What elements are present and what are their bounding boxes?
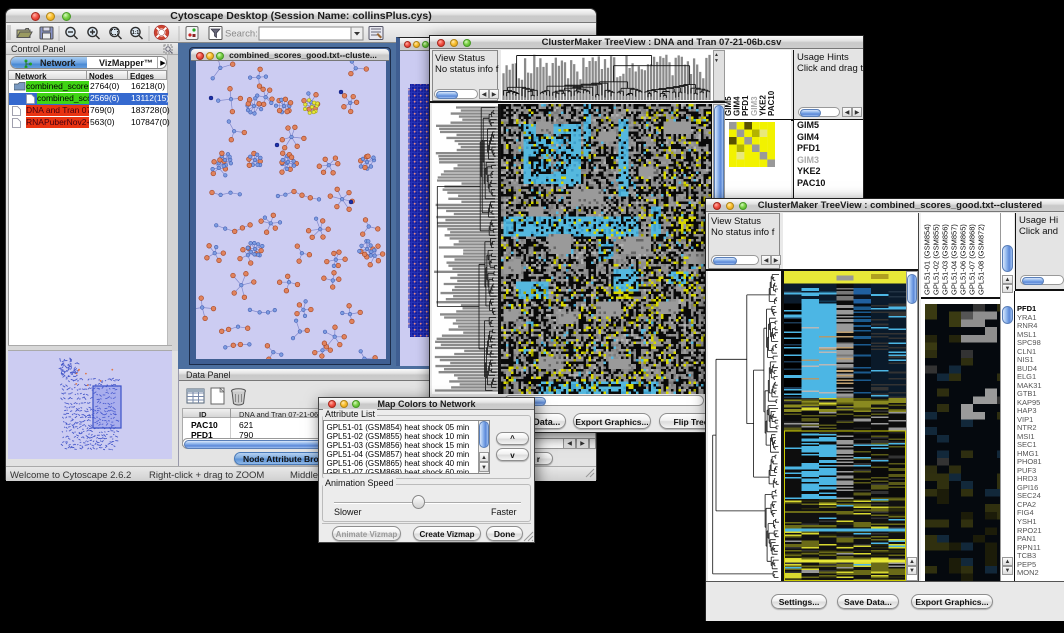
svg-text:GPL51-06 (GSM865): GPL51-06 (GSM865) bbox=[959, 224, 968, 295]
svg-text:GPL51-07 (GSM868): GPL51-07 (GSM868) bbox=[968, 224, 977, 295]
svg-text:Search:: Search: bbox=[225, 29, 258, 40]
svg-text:PAC10: PAC10 bbox=[767, 90, 776, 116]
svg-text:GPL51-04 (GSM857): GPL51-04 (GSM857) bbox=[950, 224, 959, 295]
svg-text:1:1: 1:1 bbox=[132, 30, 139, 36]
svg-text:GPL51-02 (GSM855): GPL51-02 (GSM855) bbox=[932, 224, 941, 295]
svg-text:GPL51-01 (GSM854): GPL51-01 (GSM854) bbox=[923, 224, 932, 295]
svg-text:GPL51-08 (GSM872): GPL51-08 (GSM872) bbox=[977, 224, 986, 295]
svg-text:GPL51-03 (GSM856): GPL51-03 (GSM856) bbox=[941, 224, 950, 295]
